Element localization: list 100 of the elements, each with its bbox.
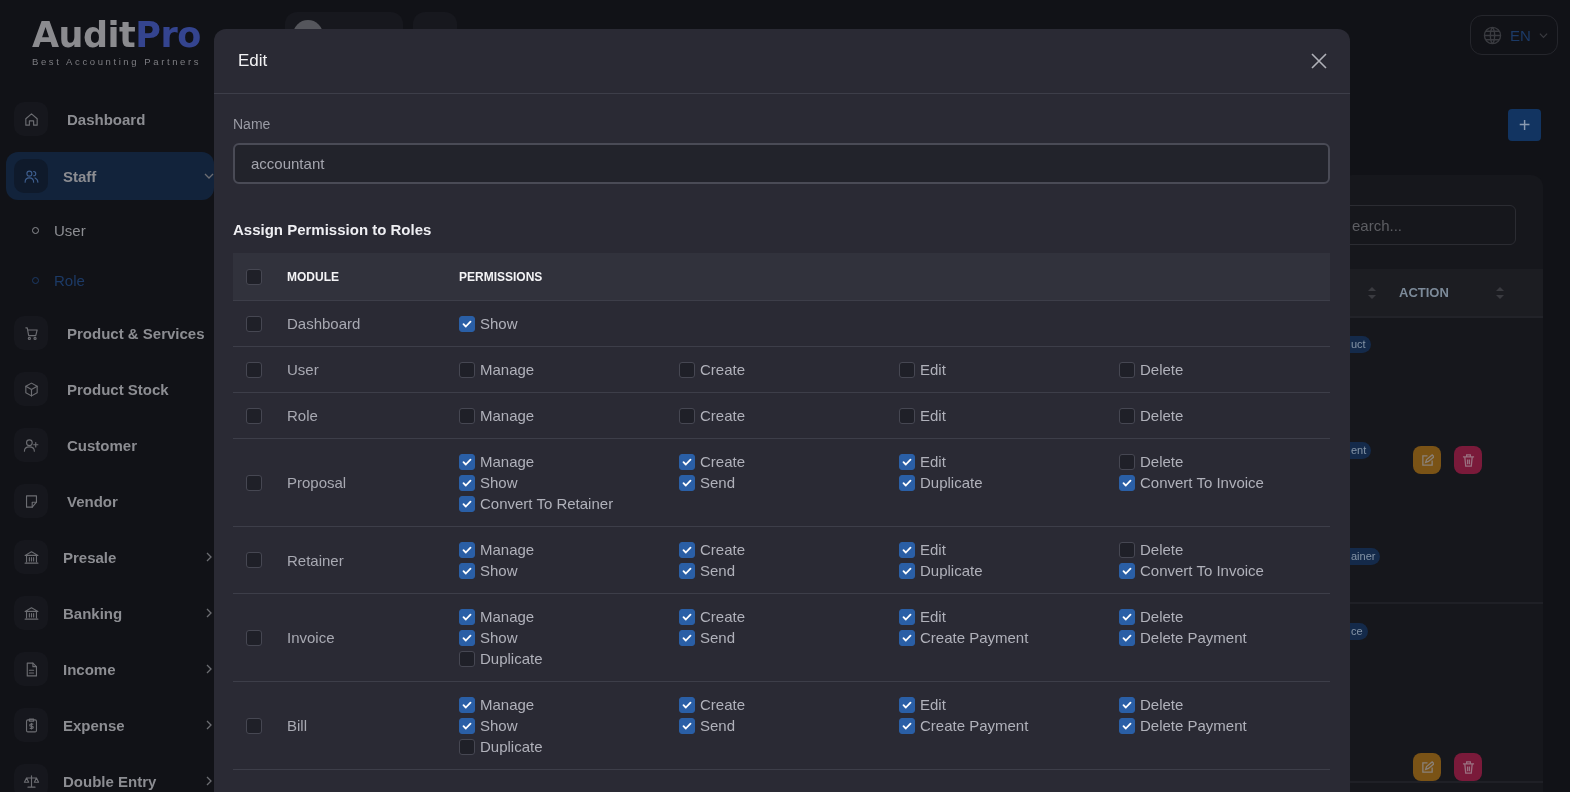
checkbox[interactable]	[459, 407, 475, 424]
sidebar-item[interactable]: Staff	[6, 152, 214, 200]
checkbox[interactable]	[899, 696, 915, 713]
checkbox[interactable]	[246, 268, 262, 285]
checkbox[interactable]	[459, 474, 475, 491]
checkbox[interactable]	[246, 474, 262, 491]
sidebar-subitem[interactable]: User	[0, 210, 214, 250]
checkbox[interactable]	[246, 315, 262, 332]
permission-label: Duplicate	[920, 562, 983, 579]
add-button[interactable]: +	[1508, 109, 1541, 141]
checkbox[interactable]	[679, 608, 695, 625]
checkbox[interactable]	[679, 562, 695, 579]
checkbox[interactable]	[459, 453, 475, 470]
permission-label: Create Payment	[920, 717, 1029, 734]
checkbox[interactable]	[246, 629, 262, 646]
checkbox[interactable]	[679, 541, 695, 558]
name-field[interactable]: accountant	[233, 143, 1330, 184]
sidebar-item[interactable]: Dashboard	[0, 96, 214, 142]
checkbox[interactable]	[679, 696, 695, 713]
globe-icon	[1483, 25, 1502, 45]
sidebar-item[interactable]: Double Entry	[0, 758, 214, 792]
module-name: Retainer	[287, 551, 345, 569]
checkbox[interactable]	[459, 696, 475, 713]
sidebar-item[interactable]: Customer	[0, 422, 214, 468]
checkbox[interactable]	[1119, 361, 1135, 378]
sidebar-item[interactable]: Product & Services	[0, 310, 214, 356]
chevron-icon	[204, 664, 214, 674]
edit-button[interactable]	[1413, 753, 1441, 781]
sidebar-item[interactable]: Income	[0, 646, 214, 692]
checkbox[interactable]	[899, 629, 915, 646]
checkbox[interactable]	[246, 407, 262, 424]
module-name: Dashboard	[287, 315, 362, 332]
permission-label: Create	[700, 541, 746, 558]
permission-label: Send	[700, 474, 736, 491]
checkbox[interactable]	[459, 315, 475, 332]
column-header: ACTION	[1399, 285, 1450, 300]
permission-label: Duplicate	[480, 650, 543, 667]
cube-icon	[22, 380, 40, 398]
checkbox[interactable]	[899, 474, 915, 491]
sidebar-item[interactable]: Presale	[0, 534, 214, 580]
checkbox[interactable]	[679, 629, 695, 646]
sidebar-item[interactable]: Expense	[0, 702, 214, 748]
checkbox[interactable]	[246, 552, 262, 568]
permission-label: Convert To Retainer	[480, 495, 614, 512]
checkbox[interactable]	[459, 650, 475, 667]
checkbox[interactable]	[679, 361, 695, 378]
permission-label: Edit	[920, 407, 946, 424]
permission-label: Delete	[1140, 361, 1184, 378]
checkbox[interactable]	[899, 541, 915, 558]
checkbox[interactable]	[459, 608, 475, 625]
permission-label: Edit	[920, 361, 946, 378]
checkbox[interactable]	[899, 717, 915, 734]
home-icon	[22, 110, 40, 128]
close-icon[interactable]	[1310, 52, 1328, 70]
permission-label: Manage	[480, 453, 535, 470]
permission-label: Delete	[1140, 453, 1184, 470]
checkbox[interactable]	[459, 738, 475, 755]
checkbox[interactable]	[1119, 629, 1135, 646]
checkbox[interactable]	[899, 562, 915, 579]
delete-button[interactable]	[1454, 446, 1482, 474]
permission-label: Show	[480, 629, 518, 646]
checkbox[interactable]	[459, 361, 475, 378]
checkbox[interactable]	[459, 562, 475, 579]
checkbox[interactable]	[459, 495, 475, 512]
permission-label: Duplicate	[920, 474, 983, 491]
bank-icon	[22, 548, 40, 566]
module-name: Role	[287, 407, 319, 424]
sidebar-item[interactable]: Vendor	[0, 478, 214, 524]
checkbox[interactable]	[1119, 696, 1135, 713]
tagline: Best Accounting Partners	[32, 56, 202, 67]
checkbox[interactable]	[246, 361, 262, 378]
permission-label: Show	[480, 562, 518, 579]
checkbox[interactable]	[679, 717, 695, 734]
checkbox[interactable]	[459, 541, 475, 558]
checkbox[interactable]	[899, 407, 915, 424]
checkbox[interactable]	[899, 453, 915, 470]
checkbox[interactable]	[1119, 474, 1135, 491]
edit-button[interactable]	[1413, 446, 1441, 474]
permission-label: Edit	[920, 541, 946, 558]
checkbox[interactable]	[459, 629, 475, 646]
checkbox[interactable]	[899, 608, 915, 625]
scale-icon	[22, 772, 40, 790]
checkbox[interactable]	[246, 717, 262, 734]
module-name: Proposal	[287, 474, 348, 491]
checkbox[interactable]	[459, 717, 475, 734]
checkbox[interactable]	[679, 407, 695, 424]
cart-icon	[22, 324, 40, 342]
checkbox[interactable]	[1119, 562, 1135, 579]
sidebar-item[interactable]: Banking	[0, 590, 214, 636]
user-plus-icon	[22, 436, 40, 454]
sidebar-item[interactable]: Product Stock	[0, 366, 214, 412]
checkbox[interactable]	[1119, 407, 1135, 424]
checkbox[interactable]	[1119, 453, 1135, 470]
checkbox[interactable]	[899, 361, 915, 378]
checkbox[interactable]	[1119, 717, 1135, 734]
delete-button[interactable]	[1454, 753, 1482, 781]
checkbox[interactable]	[1119, 541, 1135, 558]
checkbox[interactable]	[679, 453, 695, 470]
checkbox[interactable]	[679, 474, 695, 491]
checkbox[interactable]	[1119, 608, 1135, 625]
